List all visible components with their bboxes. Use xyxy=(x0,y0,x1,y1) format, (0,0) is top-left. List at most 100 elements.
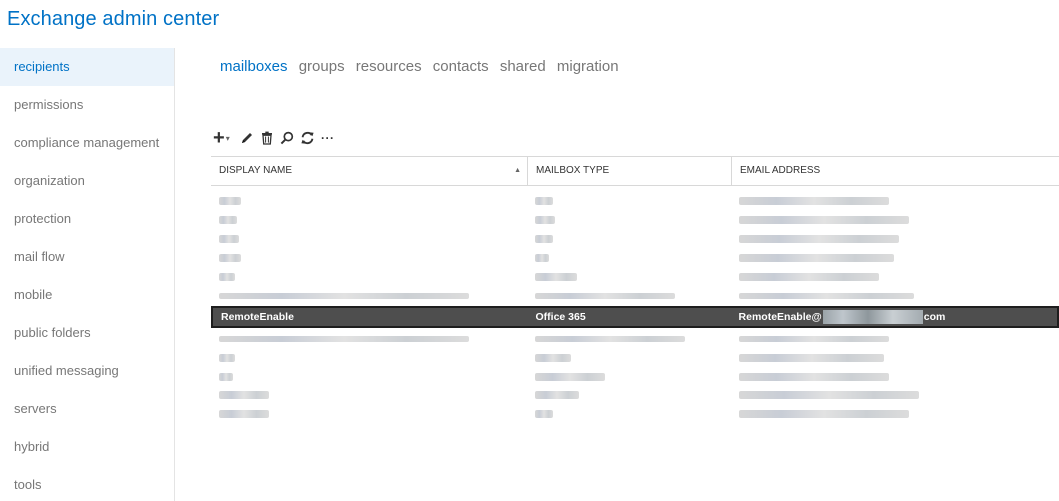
email-address-cell xyxy=(731,386,1059,405)
mailbox-type-cell xyxy=(527,286,731,305)
edit-button[interactable] xyxy=(240,128,254,148)
tab-resources[interactable]: resources xyxy=(356,58,422,75)
email-address-cell xyxy=(731,249,1059,268)
email-address-cell xyxy=(731,230,1059,249)
grid-header: DISPLAY NAME ▲ MAILBOX TYPE EMAIL ADDRES… xyxy=(211,156,1059,186)
sidebar-item-servers[interactable]: servers xyxy=(0,390,174,428)
sidebar-item-permissions[interactable]: permissions xyxy=(0,86,174,124)
column-header-mailbox-type[interactable]: MAILBOX TYPE xyxy=(527,157,731,185)
search-button[interactable] xyxy=(280,128,294,148)
sidebar-item-organization[interactable]: organization xyxy=(0,162,174,200)
redacted-text xyxy=(219,273,235,281)
mailbox-type-cell xyxy=(527,211,731,230)
delete-icon xyxy=(261,131,272,145)
redacted-text xyxy=(219,235,239,244)
redacted-text xyxy=(739,235,899,244)
email-address-cell xyxy=(731,367,1059,386)
redacted-text xyxy=(535,235,553,244)
tab-migration[interactable]: migration xyxy=(557,58,619,75)
table-row[interactable] xyxy=(211,230,1059,249)
redacted-text xyxy=(219,216,237,225)
redacted-text xyxy=(739,391,919,400)
sidebar-item-public-folders[interactable]: public folders xyxy=(0,314,174,352)
sidebar-item-compliance-management[interactable]: compliance management xyxy=(0,124,174,162)
redacted-text xyxy=(535,335,685,342)
display-name-cell xyxy=(211,329,527,348)
table-row-selected[interactable]: RemoteEnable Office 365 RemoteEnable@ co… xyxy=(211,306,1059,329)
toolbar: + ▾ ··· xyxy=(213,128,335,148)
refresh-button[interactable] xyxy=(300,128,315,148)
table-row[interactable] xyxy=(211,192,1059,211)
redacted-text xyxy=(219,335,469,342)
table-row[interactable] xyxy=(211,249,1059,268)
tab-bar: mailboxes groups resources contacts shar… xyxy=(220,58,626,75)
column-label: DISPLAY NAME xyxy=(219,165,292,176)
email-address-cell xyxy=(731,329,1059,348)
mailbox-type-cell xyxy=(527,329,731,348)
display-name-cell xyxy=(211,367,527,386)
tab-groups[interactable]: groups xyxy=(299,58,345,75)
redacted-text xyxy=(739,292,914,299)
redacted-text xyxy=(739,273,879,281)
redacted-text xyxy=(535,372,605,381)
tab-shared[interactable]: shared xyxy=(500,58,546,75)
sidebar-item-hybrid[interactable]: hybrid xyxy=(0,428,174,466)
sidebar-nav: recipients permissions compliance manage… xyxy=(0,48,175,501)
table-row[interactable] xyxy=(211,211,1059,230)
sidebar-item-tools[interactable]: tools xyxy=(0,466,174,501)
redacted-text xyxy=(535,410,553,419)
column-header-email-address[interactable]: EMAIL ADDRESS xyxy=(731,157,1059,185)
tab-contacts[interactable]: contacts xyxy=(433,58,489,75)
column-label: EMAIL ADDRESS xyxy=(740,165,821,176)
sidebar-item-unified-messaging[interactable]: unified messaging xyxy=(0,352,174,390)
redacted-text xyxy=(535,292,675,299)
redacted-text xyxy=(535,353,571,362)
email-address-cell xyxy=(731,192,1059,211)
redacted-text xyxy=(535,197,553,206)
redacted-text xyxy=(219,372,233,381)
redacted-text xyxy=(535,254,549,263)
sidebar-item-protection[interactable]: protection xyxy=(0,200,174,238)
mailbox-grid: DISPLAY NAME ▲ MAILBOX TYPE EMAIL ADDRES… xyxy=(211,156,1059,424)
redacted-text xyxy=(739,254,894,263)
redacted-text xyxy=(739,197,889,206)
mailbox-type-cell xyxy=(527,249,731,268)
sidebar-item-mail-flow[interactable]: mail flow xyxy=(0,238,174,276)
email-address-cell xyxy=(731,286,1059,305)
grid-rows: RemoteEnable Office 365 RemoteEnable@ co… xyxy=(211,192,1059,424)
table-row[interactable] xyxy=(211,367,1059,386)
tab-mailboxes[interactable]: mailboxes xyxy=(220,58,288,75)
display-name-cell xyxy=(211,192,527,211)
table-row[interactable] xyxy=(211,286,1059,305)
mailbox-type-cell xyxy=(527,405,731,424)
redacted-text xyxy=(535,273,577,281)
redacted-text xyxy=(219,410,269,419)
table-row[interactable] xyxy=(211,329,1059,348)
display-name-cell xyxy=(211,268,527,287)
email-address-cell xyxy=(731,211,1059,230)
more-options-button[interactable]: ··· xyxy=(321,128,335,148)
email-suffix: com xyxy=(923,311,946,324)
redacted-text xyxy=(219,197,241,206)
add-button[interactable]: + ▾ xyxy=(213,128,234,148)
table-row[interactable] xyxy=(211,268,1059,287)
display-name-cell xyxy=(211,211,527,230)
redacted-text xyxy=(739,216,909,225)
mailbox-type-cell xyxy=(527,367,731,386)
sidebar-item-recipients[interactable]: recipients xyxy=(0,48,174,86)
redacted-domain xyxy=(822,310,923,325)
mailbox-type-cell xyxy=(527,268,731,287)
display-name-cell xyxy=(211,405,527,424)
column-header-display-name[interactable]: DISPLAY NAME ▲ xyxy=(211,157,527,185)
redacted-text xyxy=(739,372,889,381)
table-row[interactable] xyxy=(211,348,1059,367)
mailbox-type-cell xyxy=(527,192,731,211)
delete-button[interactable] xyxy=(260,128,274,148)
sidebar-item-mobile[interactable]: mobile xyxy=(0,276,174,314)
redacted-text xyxy=(219,254,241,263)
display-name-cell xyxy=(211,348,527,367)
table-row[interactable] xyxy=(211,405,1059,424)
redacted-text xyxy=(535,216,555,225)
table-row[interactable] xyxy=(211,386,1059,405)
redacted-text xyxy=(739,353,884,362)
